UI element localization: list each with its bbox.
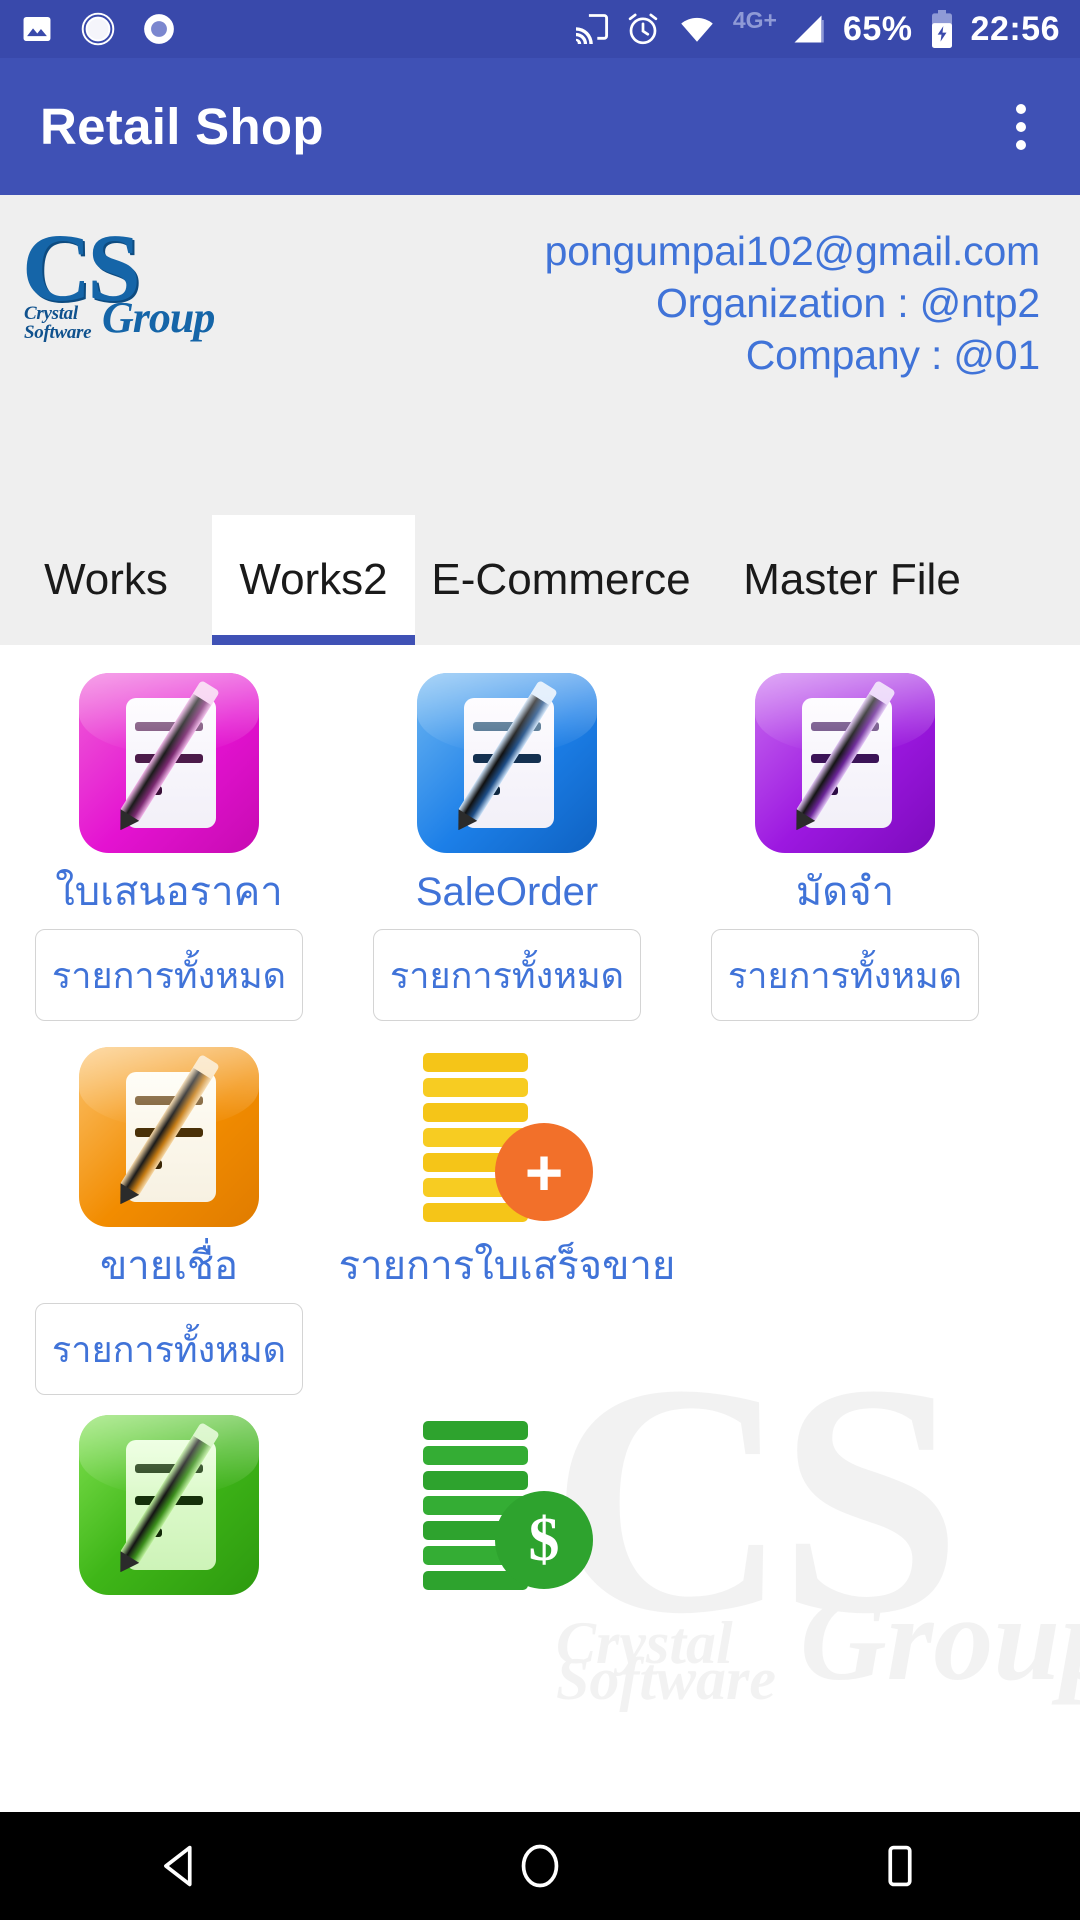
document-edit-icon[interactable]	[79, 1047, 259, 1227]
watermark-line2: Software	[556, 1646, 777, 1712]
grid-item-green-document[interactable]	[0, 1415, 338, 1595]
grid-item-quotation[interactable]: ใบเสนอราคา รายการทั้งหมด	[0, 673, 338, 1021]
grid-item-label: ใบเสนอราคา	[55, 870, 283, 914]
network-type-label: 4G+	[732, 6, 777, 33]
plus-badge: +	[495, 1123, 593, 1221]
camera-aperture-icon	[80, 11, 116, 47]
cast-icon	[573, 11, 609, 47]
document-edit-icon[interactable]	[755, 673, 935, 853]
account-details: pongumpai102@gmail.com Organization : @n…	[544, 225, 1041, 381]
grid-item-deposit[interactable]: มัดจำ รายการทั้งหมด	[676, 673, 1014, 1021]
grid-item-label: รายการใบเสร็จขาย	[338, 1244, 676, 1288]
tab-works[interactable]: Works	[0, 515, 212, 645]
tab-works2[interactable]: Works2	[212, 515, 415, 645]
signal-bars-icon	[789, 11, 827, 47]
grid-item-credit-sale[interactable]: ขายเชื่อ รายการทั้งหมด	[0, 1047, 338, 1395]
cs-logo-line1: Crystal	[24, 303, 78, 324]
status-bar: 4G+ 65% 22:56	[0, 0, 1080, 58]
grid-item-sales-receipt-list[interactable]: + รายการใบเสร็จขาย	[338, 1047, 676, 1395]
clock-label: 22:56	[970, 10, 1060, 48]
cs-logo: CS Group Crystal Software	[22, 220, 222, 365]
coin-stack-plus-icon[interactable]: +	[417, 1047, 597, 1227]
alarm-clock-icon	[625, 11, 661, 47]
record-dot-icon	[142, 12, 176, 46]
tab-ecommerce[interactable]: E-Commerce	[415, 515, 707, 645]
account-organization: Organization : @ntp2	[655, 280, 1040, 326]
document-edit-icon[interactable]	[79, 673, 259, 853]
tab-master-file[interactable]: Master File	[707, 515, 997, 645]
grid-row: $	[0, 1415, 1080, 1595]
all-items-button[interactable]: รายการทั้งหมด	[373, 929, 641, 1021]
phone-screen: 4G+ 65% 22:56 Retail Shop CS Group Cryst…	[0, 0, 1080, 1920]
grid-row: ขายเชื่อ รายการทั้งหมด + รายการใบเสร็จขา…	[0, 1047, 1080, 1395]
account-company: Company : @01	[745, 332, 1040, 378]
watermark-line1: Crystal	[556, 1610, 733, 1676]
document-edit-icon[interactable]	[417, 673, 597, 853]
account-email: pongumpai102@gmail.com	[544, 228, 1041, 274]
grid-item-label: ขายเชื่อ	[99, 1244, 239, 1288]
battery-charging-icon	[929, 9, 955, 49]
status-bar-right-icons: 4G+ 65% 22:56	[573, 6, 1060, 49]
cs-logo-subtext: Crystal Software	[24, 304, 214, 342]
grid-item-label: มัดจำ	[795, 870, 895, 914]
dollar-badge: $	[495, 1491, 593, 1589]
app-grid: ใบเสนอราคา รายการทั้งหมด SaleOrder รายกา…	[0, 645, 1080, 1595]
tab-label: Works	[44, 555, 168, 604]
app-bar: Retail Shop	[0, 58, 1080, 195]
page-title: Retail Shop	[40, 98, 324, 155]
coin-stack-dollar-icon[interactable]: $	[417, 1415, 597, 1595]
grid-item-saleorder[interactable]: SaleOrder รายการทั้งหมด	[338, 673, 676, 1021]
android-nav-bar	[0, 1812, 1080, 1920]
status-bar-left-icons	[20, 11, 176, 47]
all-items-button[interactable]: รายการทั้งหมด	[35, 929, 303, 1021]
cs-logo-line2: Software	[24, 322, 92, 343]
all-items-button[interactable]: รายการทั้งหมด	[711, 929, 979, 1021]
tab-label: Works2	[239, 555, 388, 604]
wifi-icon	[677, 11, 717, 47]
tab-label: E-Commerce	[431, 555, 691, 604]
image-icon	[20, 12, 54, 46]
recents-square-icon[interactable]	[810, 1812, 990, 1920]
grid-item-green-coins[interactable]: $	[338, 1415, 676, 1595]
home-circle-icon[interactable]	[450, 1812, 630, 1920]
document-edit-icon[interactable]	[79, 1415, 259, 1595]
grid-row: ใบเสนอราคา รายการทั้งหมด SaleOrder รายกา…	[0, 673, 1080, 1021]
tab-content-works2: CS Crystal Software Group	[0, 645, 1080, 1815]
tab-label: Master File	[743, 555, 961, 604]
grid-item-label: SaleOrder	[415, 870, 599, 914]
account-header: CS Group Crystal Software pongumpai102@g…	[0, 195, 1080, 515]
battery-percent-label: 65%	[842, 10, 913, 48]
back-triangle-icon[interactable]	[90, 1812, 270, 1920]
tab-bar: Works Works2 E-Commerce Master File	[0, 515, 1080, 645]
all-items-button[interactable]: รายการทั้งหมด	[35, 1303, 303, 1395]
more-vertical-icon[interactable]	[1002, 92, 1040, 162]
